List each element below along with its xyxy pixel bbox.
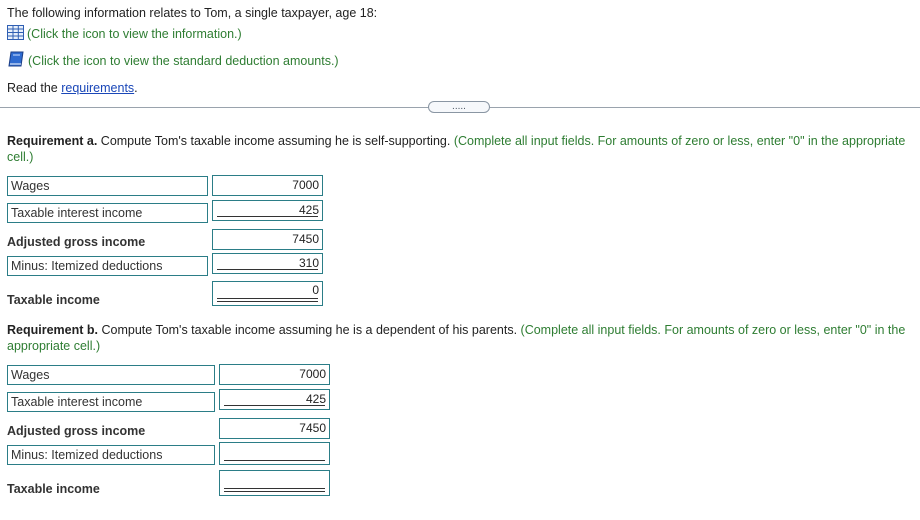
requirement-b-heading: Requirement b. <box>7 323 98 337</box>
req-b-wages-input[interactable]: 7000 <box>219 364 330 385</box>
req-b-taxable-label: Taxable income <box>7 482 100 496</box>
req-a-agi-label: Adjusted gross income <box>7 235 146 249</box>
info-link-text[interactable]: (Click the icon to view the information.… <box>27 27 242 41</box>
req-b-agi-input[interactable]: 7450 <box>219 418 330 439</box>
requirement-a-question: Compute Tom's taxable income assuming he… <box>97 134 451 148</box>
read-requirements: Read the requirements. <box>7 81 138 95</box>
intro-text: The following information relates to Tom… <box>7 6 378 20</box>
req-b-itemized-label: Minus: Itemized deductions <box>7 445 215 465</box>
req-a-interest-input[interactable]: 425 <box>212 200 323 221</box>
req-a-itemized-label: Minus: Itemized deductions <box>7 256 208 276</box>
req-a-taxable-label: Taxable income <box>7 293 100 307</box>
read-suffix: . <box>134 81 138 95</box>
req-a-taxable-input[interactable]: 0 <box>212 281 323 306</box>
req-b-itemized-input[interactable] <box>219 442 330 465</box>
requirements-link[interactable]: requirements <box>61 81 134 95</box>
req-a-agi-input[interactable]: 7450 <box>212 229 323 250</box>
book-icon[interactable] <box>7 51 25 70</box>
requirement-a-heading: Requirement a. <box>7 134 98 148</box>
read-prefix: Read the <box>7 81 62 95</box>
expand-toggle-button[interactable]: ..... <box>428 101 490 113</box>
req-a-wages-label: Wages <box>7 176 208 196</box>
deduction-link-text[interactable]: (Click the icon to view the standard ded… <box>28 54 339 68</box>
req-b-taxable-input[interactable] <box>219 470 330 496</box>
table-grid-icon[interactable] <box>7 25 24 43</box>
requirement-b-question: Compute Tom's taxable income assuming he… <box>98 323 518 337</box>
deduction-link-row[interactable]: (Click the icon to view the standard ded… <box>7 51 339 70</box>
requirement-a-text: Requirement a. Compute Tom's taxable inc… <box>7 133 907 165</box>
req-b-wages-label: Wages <box>7 365 215 385</box>
req-b-interest-label: Taxable interest income <box>7 392 215 412</box>
req-a-itemized-input[interactable]: 310 <box>212 253 323 274</box>
requirement-b-text: Requirement b. Compute Tom's taxable inc… <box>7 322 907 354</box>
req-b-agi-label: Adjusted gross income <box>7 424 146 438</box>
req-b-interest-input[interactable]: 425 <box>219 389 330 410</box>
req-a-interest-label: Taxable interest income <box>7 203 208 223</box>
info-link-row[interactable]: (Click the icon to view the information.… <box>7 25 242 43</box>
req-a-wages-input[interactable]: 7000 <box>212 175 323 196</box>
